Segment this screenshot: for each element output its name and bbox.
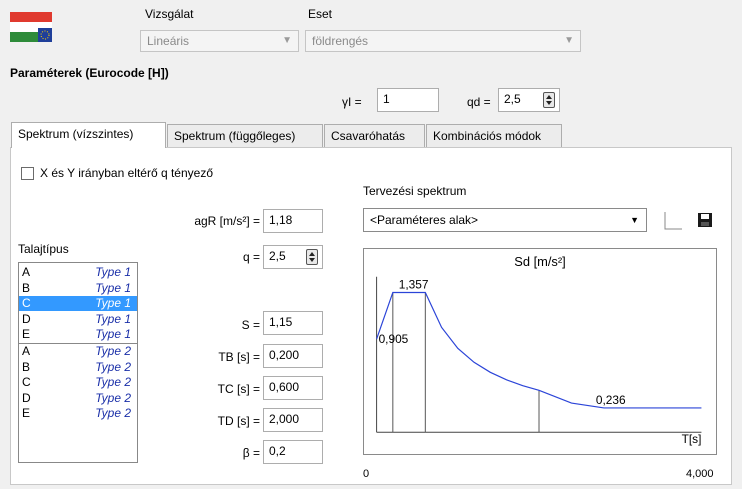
tab-csavarohatas[interactable]: Csavaróhatás (324, 124, 425, 148)
spectrum-title: Tervezési spektrum (363, 184, 467, 198)
different-q-label: X és Y irányban eltérő q tényező (40, 166, 214, 180)
spectrum-chart: Sd [m/s²] T[s] 1,357 0,905 0,236 (363, 248, 717, 455)
tab-spektrum-fuggoleges[interactable]: Spektrum (függőleges) (167, 124, 323, 148)
q-input[interactable]: 2,5 (263, 245, 323, 269)
eset-label: Eset (308, 7, 333, 21)
data-label: 1,357 (399, 277, 429, 291)
chevron-down-icon: ▼ (564, 35, 574, 46)
vizsgalat-label: Vizsgálat (145, 7, 194, 21)
x-tick-label: 0 (363, 468, 370, 480)
x-axis-label: T[s] (682, 432, 702, 446)
chart-title: Sd [m/s²] (514, 254, 565, 269)
list-item[interactable]: B Type 2 (19, 360, 137, 375)
td-input[interactable]: 2,000 (263, 408, 323, 432)
qd-input[interactable]: 2,5 (498, 88, 560, 112)
tc-label: TC [s] = (217, 382, 260, 396)
tb-input[interactable]: 0,200 (263, 344, 323, 368)
s-input[interactable]: 1,15 (263, 311, 323, 335)
qd-spin-icon[interactable] (543, 92, 555, 108)
list-item[interactable]: C Type 2 (19, 375, 137, 390)
q-spin-icon[interactable] (306, 249, 318, 265)
data-label: 0,236 (596, 393, 626, 407)
tb-label: TB [s] = (218, 350, 260, 364)
spectrum-shape-select[interactable]: <Paraméteres alak> ▼ (363, 208, 647, 232)
list-item-selected[interactable]: C Type 1 (19, 296, 137, 312)
list-item[interactable]: D Type 1 (19, 312, 137, 327)
list-item[interactable]: E Type 1 (19, 327, 137, 342)
vizsgalat-select[interactable]: Lineáris ▼ (140, 30, 299, 52)
beta-input[interactable]: 0,2 (263, 440, 323, 464)
data-label: 0,905 (379, 332, 409, 346)
beta-label: β = (242, 446, 260, 460)
hungarian-flag-icon (10, 12, 52, 42)
list-item[interactable]: E Type 2 (19, 406, 137, 421)
list-item[interactable]: A Type 2 (19, 344, 137, 359)
chevron-down-icon: ▼ (630, 215, 639, 225)
x-tick-label: 4,000 (686, 468, 714, 480)
vizsgalat-value: Lineáris (147, 34, 190, 48)
soil-type-title: Talajtípus (18, 242, 69, 256)
q-value: 2,5 (269, 249, 286, 263)
parameters-title: Paraméterek (Eurocode [H]) (10, 66, 169, 80)
s-label: S = (241, 318, 260, 332)
tc-input[interactable]: 0,600 (263, 376, 323, 400)
tab-kombinacios-modok[interactable]: Kombinációs módok (426, 124, 562, 148)
tab-spektrum-vizszintes[interactable]: Spektrum (vízszintes) (11, 122, 166, 148)
agr-input[interactable]: 1,18 (263, 209, 323, 233)
list-item[interactable]: D Type 2 (19, 391, 137, 406)
save-icon[interactable] (697, 212, 713, 228)
spectrum-shape-value: <Paraméteres alak> (370, 213, 479, 227)
soil-type-list[interactable]: A Type 1 B Type 1 C Type 1 D Type 1 E Type 1 … (18, 262, 138, 463)
agr-label: agR [m/s²] = (194, 214, 260, 228)
chevron-down-icon: ▼ (282, 35, 292, 46)
line-style-icon[interactable] (662, 210, 684, 232)
gamma-label: γI = (342, 95, 362, 109)
qd-label: qd = (467, 95, 491, 109)
td-label: TD [s] = (217, 414, 260, 428)
q-label: q = (242, 250, 260, 264)
list-item[interactable]: B Type 1 (19, 281, 137, 296)
different-q-checkbox[interactable] (21, 167, 34, 180)
list-item[interactable]: A Type 1 (19, 265, 137, 280)
gamma-input[interactable]: 1 (377, 88, 439, 112)
qd-value: 2,5 (504, 92, 521, 106)
eset-select[interactable]: földrengés ▼ (305, 30, 581, 52)
eset-value: földrengés (312, 34, 369, 48)
